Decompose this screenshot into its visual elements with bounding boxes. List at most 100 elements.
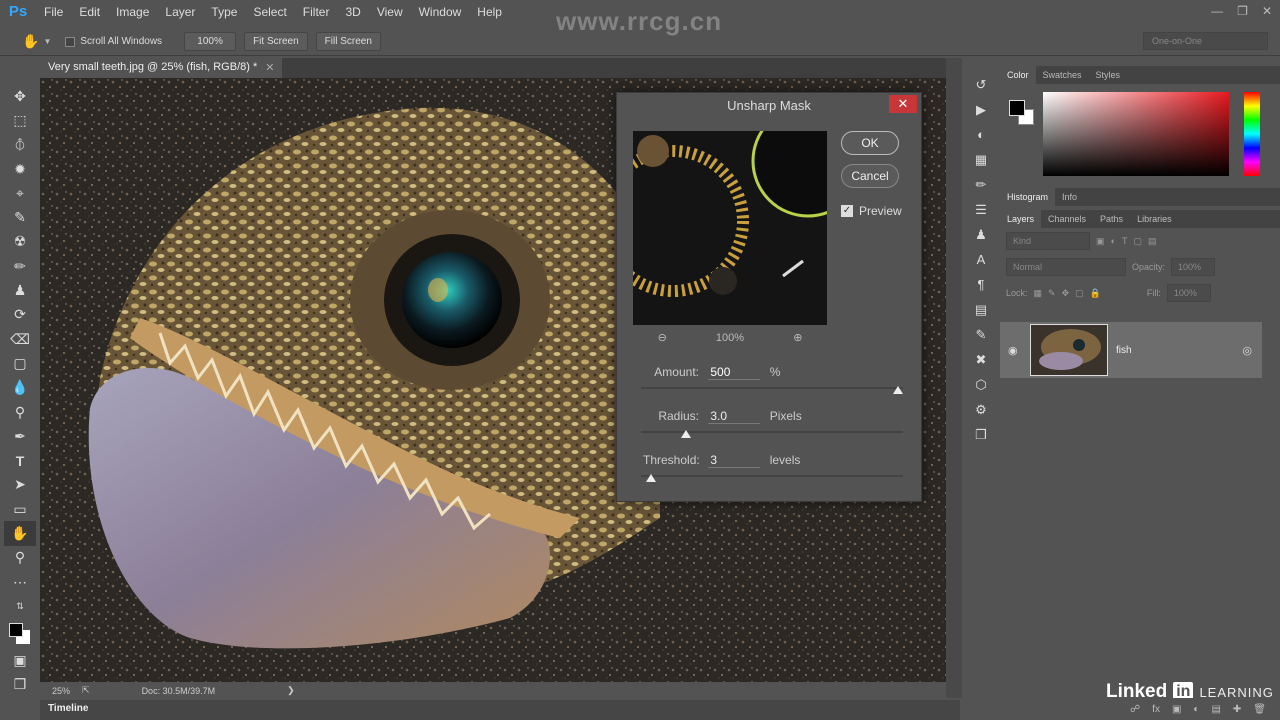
threshold-slider[interactable] xyxy=(641,474,903,482)
marquee-tool-icon[interactable]: ⬚ xyxy=(4,108,36,132)
add-mask-icon[interactable]: ▣ xyxy=(1172,704,1181,715)
checkmark-icon[interactable]: ✓ xyxy=(841,205,853,217)
fit-screen-button[interactable]: Fit Screen xyxy=(244,32,308,51)
eyedropper-tool-icon[interactable]: ✎ xyxy=(4,205,36,229)
fill-screen-button[interactable]: Fill Screen xyxy=(315,32,381,51)
filter-preview-window[interactable] xyxy=(633,131,827,325)
dialog-title-bar[interactable]: Unsharp Mask ✕ xyxy=(617,93,921,119)
quick-select-tool-icon[interactable]: ✹ xyxy=(4,157,36,181)
lock-pixels-icon[interactable]: ▦ xyxy=(1034,288,1043,299)
3d-icon[interactable]: ⬡ xyxy=(964,372,998,397)
menu-select[interactable]: Select xyxy=(245,0,294,24)
tab-info[interactable]: Info xyxy=(1055,188,1084,206)
cancel-button[interactable]: Cancel xyxy=(841,164,899,188)
menu-window[interactable]: Window xyxy=(411,0,470,24)
tab-layers[interactable]: Layers xyxy=(1000,210,1042,228)
pen-tool-icon[interactable]: ✒ xyxy=(4,424,36,448)
hue-slider[interactable] xyxy=(1244,92,1260,176)
preview-checkbox[interactable]: ✓ Preview xyxy=(841,204,902,218)
zoom-out-icon[interactable]: ⊖ xyxy=(658,331,667,344)
more-tools-icon[interactable]: ⋯ xyxy=(4,570,36,594)
lock-brush-icon[interactable]: ✎ xyxy=(1048,288,1056,299)
lasso-tool-icon[interactable]: ⦽ xyxy=(4,133,36,157)
visibility-eye-icon[interactable]: ◉ xyxy=(1008,344,1018,357)
rectangle-tool-icon[interactable]: ▭ xyxy=(4,497,36,521)
tab-libraries[interactable]: Libraries xyxy=(1130,210,1179,228)
color-swatches-icon[interactable] xyxy=(4,619,36,649)
blend-mode-select[interactable]: Normal xyxy=(1006,258,1126,276)
amount-input[interactable]: 500 xyxy=(708,365,761,380)
workspace-select[interactable]: One-on-One xyxy=(1143,32,1268,50)
tools-icon[interactable]: ✖ xyxy=(964,347,998,372)
fx-icon[interactable]: fx xyxy=(1152,704,1160,715)
lock-all-icon[interactable]: 🔒 xyxy=(1090,288,1101,299)
tab-styles[interactable]: Styles xyxy=(1089,66,1128,84)
layer-row-fish[interactable]: ◉ fish ◎ xyxy=(1000,322,1262,378)
amount-slider[interactable] xyxy=(641,386,903,394)
menu-type[interactable]: Type xyxy=(203,0,245,24)
eraser-tool-icon[interactable]: ⌫ xyxy=(4,327,36,351)
lock-artboard-icon[interactable]: ▢ xyxy=(1075,288,1084,299)
path-select-icon[interactable]: ➤ xyxy=(4,473,36,497)
dialog-close-button[interactable]: ✕ xyxy=(889,95,917,113)
checkbox-box[interactable] xyxy=(65,36,76,47)
amount-slider-thumb[interactable] xyxy=(893,386,903,394)
type-tool-icon[interactable]: T xyxy=(4,448,36,472)
ok-button[interactable]: OK xyxy=(841,131,899,155)
adjustments-icon[interactable]: ◐ xyxy=(964,122,998,147)
radius-slider[interactable] xyxy=(641,430,903,438)
kind-filter[interactable]: Kind xyxy=(1006,232,1090,250)
fill-input[interactable]: 100% xyxy=(1166,284,1211,302)
menu-image[interactable]: Image xyxy=(108,0,157,24)
crop-tool-icon[interactable]: ⌖ xyxy=(4,181,36,205)
notes-icon[interactable]: ▤ xyxy=(964,297,998,322)
tab-color[interactable]: Color xyxy=(1000,66,1036,84)
menu-layer[interactable]: Layer xyxy=(157,0,203,24)
brush-tool-icon[interactable]: ✏ xyxy=(4,254,36,278)
tool-presets-icon[interactable]: ✎ xyxy=(964,322,998,347)
close-icon[interactable]: ✕ xyxy=(1262,0,1272,22)
menu-help[interactable]: Help xyxy=(469,0,510,24)
zoom-100-button[interactable]: 100% xyxy=(184,32,237,51)
dodge-tool-icon[interactable]: ⚲ xyxy=(4,400,36,424)
status-arrow-icon[interactable]: ❯ xyxy=(287,685,295,696)
hand-tool-icon[interactable]: ✋ xyxy=(22,33,39,50)
adjustment-layer-icon[interactable]: ◐ xyxy=(1193,704,1199,715)
clone-stamp-icon[interactable]: ♟ xyxy=(4,278,36,302)
export-icon[interactable]: ⇱ xyxy=(82,685,90,696)
scroll-all-windows-checkbox[interactable]: Scroll All Windows xyxy=(65,36,162,47)
opacity-input[interactable]: 100% xyxy=(1171,258,1216,276)
move-tool-icon[interactable]: ✥ xyxy=(4,84,36,108)
radius-input[interactable]: 3.0 xyxy=(708,409,761,424)
quick-mask-icon[interactable]: ▣ xyxy=(4,649,36,673)
chevron-down-icon[interactable]: ▼ xyxy=(43,37,51,46)
status-zoom[interactable]: 25% xyxy=(52,686,70,696)
lock-move-icon[interactable]: ✥ xyxy=(1062,288,1070,299)
blur-tool-icon[interactable]: 💧 xyxy=(4,376,36,400)
maximize-icon[interactable]: ❐ xyxy=(1237,0,1248,22)
tab-histogram[interactable]: Histogram xyxy=(1000,188,1056,206)
zoom-tool-icon[interactable]: ⚲ xyxy=(4,546,36,570)
smart-filter-icon[interactable]: ▤ xyxy=(1148,236,1157,247)
close-tab-icon[interactable]: ✕ xyxy=(265,61,274,75)
tab-paths[interactable]: Paths xyxy=(1093,210,1130,228)
swap-colors-icon[interactable]: ⇅ xyxy=(4,594,36,618)
color-field[interactable] xyxy=(1043,92,1229,176)
menu-3d[interactable]: 3D xyxy=(337,0,368,24)
properties-icon[interactable]: ☰ xyxy=(964,197,998,222)
measurement-icon[interactable]: ❐ xyxy=(964,422,998,447)
tab-channels[interactable]: Channels xyxy=(1041,210,1093,228)
styles-icon[interactable]: ▦ xyxy=(964,147,998,172)
clone-source-icon[interactable]: ♟ xyxy=(964,222,998,247)
canvas-scrollbar[interactable] xyxy=(946,58,962,698)
menu-filter[interactable]: Filter xyxy=(295,0,338,24)
new-layer-icon[interactable]: ✚ xyxy=(1233,704,1241,715)
adjust-filter-icon[interactable]: ◐ xyxy=(1111,236,1116,246)
link-layers-icon[interactable]: ☍ xyxy=(1130,704,1140,715)
foreground-color-swatch[interactable] xyxy=(1009,100,1025,116)
menu-edit[interactable]: Edit xyxy=(71,0,108,24)
new-group-icon[interactable]: ▤ xyxy=(1211,704,1220,715)
history-icon[interactable]: ↺ xyxy=(964,72,998,97)
zoom-in-icon[interactable]: ⊕ xyxy=(793,331,802,344)
brush-preset-icon[interactable]: ✏ xyxy=(964,172,998,197)
